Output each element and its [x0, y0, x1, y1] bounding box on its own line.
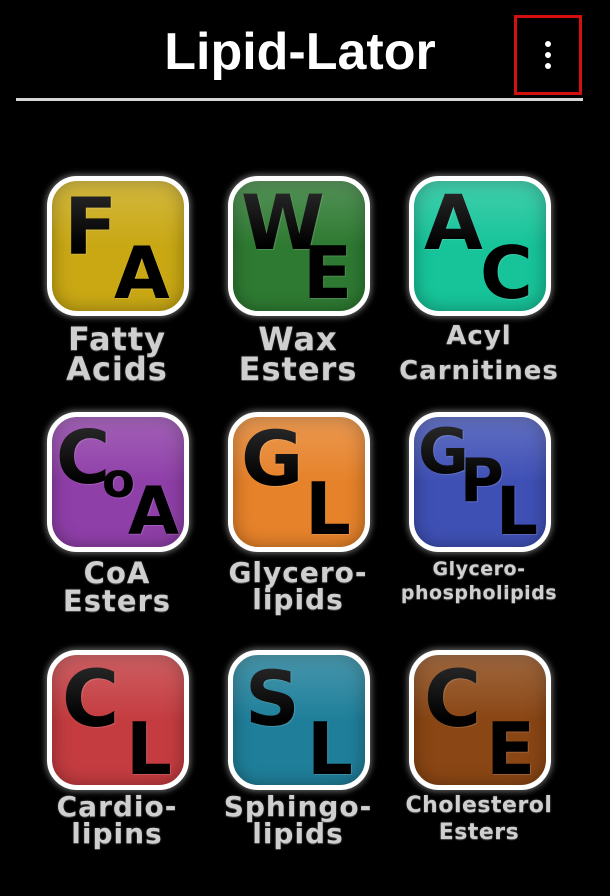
tile-label-line: Acids — [66, 350, 168, 389]
sphingolipids-icon: S L — [228, 650, 370, 790]
tile-acyl-carnitines[interactable]: A C Acyl Carnitines — [394, 176, 564, 406]
icon-letter: A — [128, 473, 180, 550]
tile-label: CoA Esters — [32, 559, 202, 618]
tile-cholesterol-esters[interactable]: C E Cholesterol Esters — [394, 650, 564, 880]
tile-label-line: Cholesterol — [405, 793, 553, 818]
cardiolipins-icon: C L — [47, 650, 189, 790]
glycerophospholipids-icon: G P L — [409, 412, 551, 552]
cholesterol-esters-icon: C E — [409, 650, 551, 790]
fatty-acids-icon: F A — [47, 176, 189, 316]
tile-label-line: Carnitines — [399, 355, 559, 386]
tile-label: Fatty Acids — [32, 323, 202, 389]
icon-letter: E — [303, 231, 353, 315]
tile-label: Glycero- phospholipids — [394, 558, 564, 605]
tile-label: Glycero- lipids — [213, 559, 383, 616]
acyl-carnitines-icon: A C — [409, 176, 551, 316]
tile-fatty-acids[interactable]: F A Fatty Acids — [32, 176, 202, 406]
tile-label-line: lipids — [252, 582, 344, 616]
tile-glycerophospholipids[interactable]: G P L Glycero- phospholipids — [394, 412, 564, 642]
icon-letter: A — [114, 231, 170, 315]
app-title: Lipid-Lator — [164, 23, 436, 81]
more-vert-icon — [545, 41, 551, 69]
tile-label-line: Glycero- — [432, 558, 526, 580]
icon-letter: E — [486, 707, 536, 790]
tile-sphingolipids[interactable]: S L Sphingo- lipids — [213, 650, 383, 880]
tile-wax-esters[interactable]: W E Wax Esters — [213, 176, 383, 406]
icon-letter: L — [305, 467, 351, 551]
glycerolipids-icon: G L — [228, 412, 370, 552]
tile-label-line: lipins — [71, 816, 163, 850]
icon-letter: F — [64, 183, 118, 273]
tile-label: Acyl Carnitines — [394, 321, 564, 386]
tile-label: Cardio- lipins — [32, 793, 202, 850]
tile-label-line: Esters — [438, 819, 520, 845]
tile-label: Cholesterol Esters — [394, 793, 564, 845]
tile-label-line: Acyl — [446, 321, 512, 351]
tile-label: Wax Esters — [213, 323, 383, 389]
tile-label: Sphingo- lipids — [213, 793, 383, 850]
icon-letter: L — [496, 473, 539, 550]
tile-coa-esters[interactable]: C o A CoA Esters — [32, 412, 202, 642]
coa-esters-icon: C o A — [47, 412, 189, 552]
tile-glycerolipids[interactable]: G L Glycero- lipids — [213, 412, 383, 642]
tile-label-line: lipids — [252, 816, 344, 850]
tile-label-line: Esters — [62, 583, 172, 618]
icon-letter: A — [424, 178, 483, 267]
app-bar: Lipid-Lator — [0, 0, 610, 110]
tile-cardiolipins[interactable]: C L Cardio- lipins — [32, 650, 202, 880]
icon-letter: C — [424, 655, 482, 745]
icon-letter: L — [307, 707, 353, 790]
icon-letter: G — [241, 414, 304, 503]
icon-letter: S — [245, 654, 300, 743]
wax-esters-icon: W E — [228, 176, 370, 316]
icon-letter: L — [126, 707, 172, 790]
tile-label-line: phospholipids — [400, 582, 558, 605]
icon-letter: C — [62, 655, 120, 745]
more-options-button[interactable] — [514, 15, 582, 95]
header-divider — [16, 98, 583, 101]
tile-label-line: Esters — [238, 350, 358, 389]
icon-letter: C — [480, 231, 533, 315]
